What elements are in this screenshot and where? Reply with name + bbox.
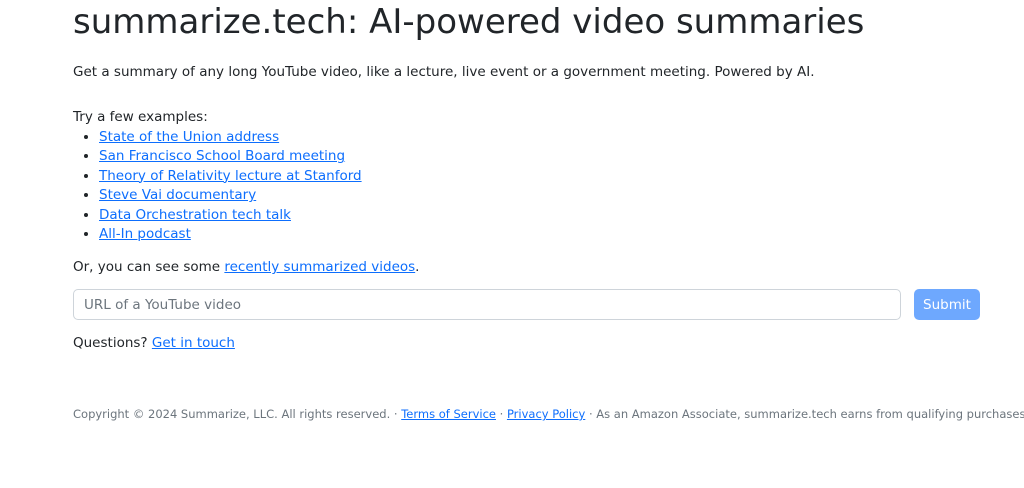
example-link-data-orchestration[interactable]: Data Orchestration tech talk [99,207,291,223]
list-item: Steve Vai documentary [99,186,362,206]
list-item: San Francisco School Board meeting [99,147,362,167]
footer-amazon-note: · As an Amazon Associate, summarize.tech… [585,407,1024,421]
list-item: Data Orchestration tech talk [99,206,362,226]
recent-videos-link[interactable]: recently summarized videos [224,259,415,275]
list-item: State of the Union address [99,128,362,148]
footer-copyright: Copyright © 2024 Summarize, LLC. All rig… [73,407,402,421]
footer-separator: · [495,407,507,421]
recent-suffix: . [415,259,420,275]
terms-of-service-link[interactable]: Terms of Service [401,407,496,421]
list-item: All-In podcast [99,225,362,245]
examples-list: State of the Union address San Francisco… [73,128,362,245]
privacy-policy-link[interactable]: Privacy Policy [507,407,585,421]
example-link-relativity-lecture[interactable]: Theory of Relativity lecture at Stanford [99,168,362,184]
example-link-state-of-the-union[interactable]: State of the Union address [99,129,279,145]
recent-prefix: Or, you can see some [73,259,225,275]
questions-prefix: Questions? [73,335,152,351]
page-title: summarize.tech: AI-powered video summari… [73,2,865,42]
footer: Copyright © 2024 Summarize, LLC. All rig… [73,406,1024,423]
get-in-touch-link[interactable]: Get in touch [152,335,235,351]
questions-line: Questions? Get in touch [73,334,235,353]
examples-heading: Try a few examples: [73,109,208,125]
example-link-all-in-podcast[interactable]: All-In podcast [99,226,191,242]
examples-section: Try a few examples: State of the Union a… [73,108,362,245]
intro-text: Get a summary of any long YouTube video,… [73,64,815,80]
list-item: Theory of Relativity lecture at Stanford [99,167,362,187]
youtube-url-input[interactable] [73,289,901,320]
example-link-steve-vai[interactable]: Steve Vai documentary [99,187,256,203]
recent-videos-line: Or, you can see some recently summarized… [73,258,419,277]
submit-button[interactable]: Submit [914,289,980,320]
example-link-sf-school-board[interactable]: San Francisco School Board meeting [99,148,345,164]
